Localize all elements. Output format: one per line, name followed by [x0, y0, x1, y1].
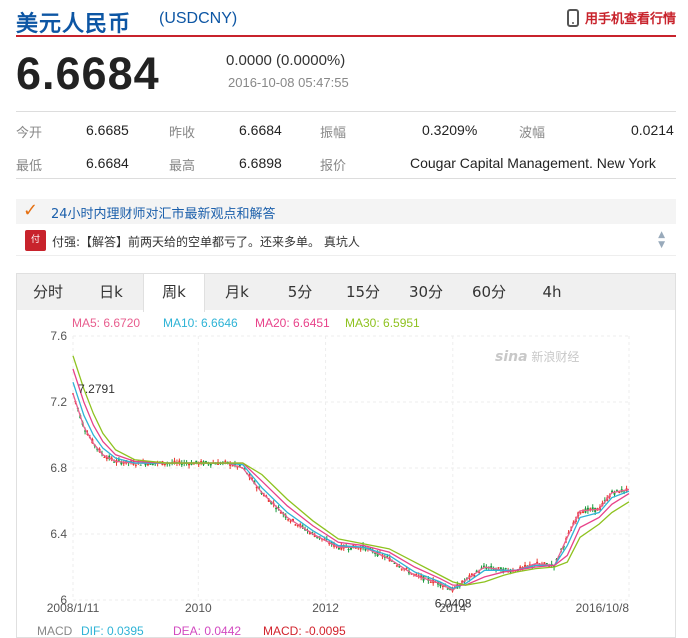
candle-body [337, 547, 340, 550]
candle-body [347, 549, 350, 551]
advisor-news-link[interactable]: 24小时内理财师对汇市最新观点和解答 [51, 203, 276, 222]
candle-body [188, 463, 191, 466]
macd-dea-legend: DEA: 0.0442 [173, 624, 242, 638]
stat-label-range: 波幅 [519, 126, 546, 141]
candle-body [287, 519, 290, 521]
candle-body [146, 463, 149, 466]
price-change: 0.0000 (0.0000%) [226, 52, 346, 69]
series-line-ma5 [72, 393, 630, 591]
stat-value-open: 6.6685 [86, 122, 129, 138]
feed-message[interactable]: 付强:【解答】前两天给的空单都亏了。还来多单。 真坑人 [52, 233, 360, 250]
candle-body [400, 568, 403, 570]
candle-body [446, 588, 449, 590]
stat-label-amplitude: 振幅 [320, 126, 347, 141]
candle-body [395, 565, 398, 567]
y-tick-label: 7.6 [50, 329, 67, 343]
candle-body [224, 460, 227, 462]
ma20-legend: MA20: 6.6451 [255, 316, 330, 330]
candle-body [543, 562, 546, 564]
mobile-view-link[interactable]: 用手机查看行情 [566, 8, 676, 27]
mobile-view-label: 用手机查看行情 [584, 12, 676, 27]
y-tick-label: 6.4 [50, 527, 67, 541]
x-tick-label: 2012 [312, 601, 339, 615]
stat-label-high: 最高 [169, 159, 196, 174]
price-annotation: 6.0408 [435, 596, 472, 610]
tab-4h[interactable]: 4h [521, 274, 583, 311]
down-arrow-icon[interactable]: ▼ [658, 240, 665, 250]
series-line-ma20 [72, 368, 630, 586]
candle-body [582, 511, 585, 514]
candle-body [209, 463, 212, 466]
macd-dif-legend: DIF: 0.0395 [81, 624, 144, 638]
stat-label-quote-source: 报价 [320, 159, 347, 174]
stat-value-prev-close: 6.6684 [239, 122, 282, 138]
stats-row: 今开 6.6685 昨收 6.6684 振幅 0.3209% 波幅 0.0214 [16, 116, 676, 146]
x-tick-label: 2010 [185, 601, 212, 615]
candle-body [103, 456, 106, 458]
sina-watermark: sina 新浪财经 [495, 349, 580, 365]
candle-body [615, 489, 618, 491]
quote-time: 2016-10-08 05:47:55 [228, 75, 349, 90]
checkmark-icon: ✓ [23, 200, 39, 221]
tab-timeshare[interactable]: 分时 [17, 274, 79, 311]
stat-label-prev-close: 昨收 [169, 126, 196, 141]
ma10-legend: MA10: 6.6646 [163, 316, 238, 330]
price-annotation: 7.2791 [78, 382, 115, 396]
macd-legend-title: MACD [37, 624, 73, 638]
candle-body [429, 581, 432, 583]
kline-chart[interactable]: 7.6 7.2 6.8 6.4 6 2008/1/11 2010 2012 2014 2016/1… [16, 310, 676, 638]
candle-body [497, 567, 500, 569]
tab-weekly[interactable]: 周k [143, 274, 205, 312]
candle-body [163, 464, 166, 466]
up-arrow-icon[interactable]: ▲ [658, 230, 665, 240]
candle-body [289, 520, 292, 522]
stat-value-amplitude: 0.3209% [422, 122, 478, 138]
macd-value-legend: MACD: -0.0095 [263, 624, 346, 638]
avatar: 付 [25, 230, 46, 251]
phone-icon [566, 8, 579, 27]
tab-15min[interactable]: 15分 [332, 274, 394, 311]
stat-value-range: 0.0214 [631, 122, 674, 138]
stat-value-quote-source: Cougar Capital Management. New York [410, 155, 656, 171]
ma5-legend: MA5: 6.6720 [72, 316, 141, 330]
series-line-ma10 [72, 381, 630, 590]
tab-5min[interactable]: 5分 [269, 274, 331, 311]
tab-daily[interactable]: 日k [80, 274, 142, 311]
y-tick-label: 6.8 [50, 461, 67, 475]
stat-label-low: 最低 [16, 159, 43, 174]
series-line-ma30 [72, 355, 630, 586]
tab-30min[interactable]: 30分 [395, 274, 457, 311]
stats-row: 最低 6.6684 最高 6.6898 报价 Cougar Capital Ma… [16, 149, 676, 179]
period-tabs: 分时 日k 周k 月k 5分 15分 30分 60分 4h [16, 273, 676, 312]
page-title: 美元人民币 [16, 12, 132, 37]
stat-value-low: 6.6684 [86, 155, 129, 171]
symbol-code: (USDCNY) [159, 10, 238, 27]
header: 美元人民币 (USDCNY) 用手机查看行情 [16, 0, 676, 37]
x-tick-label: 2008/1/11 [47, 601, 100, 615]
candle-body [415, 573, 418, 575]
candle-body [294, 524, 297, 526]
stat-value-high: 6.6898 [239, 155, 282, 171]
candle-body [504, 568, 507, 570]
stat-label-open: 今开 [16, 126, 43, 141]
stats-table: 今开 6.6685 昨收 6.6684 振幅 0.3209% 波幅 0.0214… [16, 111, 676, 179]
candle-body [275, 508, 278, 510]
y-tick-label: 7.2 [50, 395, 67, 409]
candle-body [113, 461, 116, 463]
advisor-news-bar: ✓ 24小时内理财师对汇市最新观点和解答 [16, 199, 676, 224]
candle-body [139, 464, 142, 466]
tab-monthly[interactable]: 月k [206, 274, 268, 311]
candle-body [134, 464, 137, 466]
feed-scroll-arrows[interactable]: ▲ ▼ [658, 230, 665, 250]
tab-60min[interactable]: 60分 [458, 274, 520, 311]
current-price: 6.6684 [16, 48, 160, 99]
ma30-legend: MA30: 6.5951 [345, 316, 420, 330]
advisor-feed: 付 付强:【解答】前两天给的空单都亏了。还来多单。 真坑人 ▲ ▼ [16, 228, 676, 256]
x-tick-label: 2016/10/8 [576, 601, 630, 615]
